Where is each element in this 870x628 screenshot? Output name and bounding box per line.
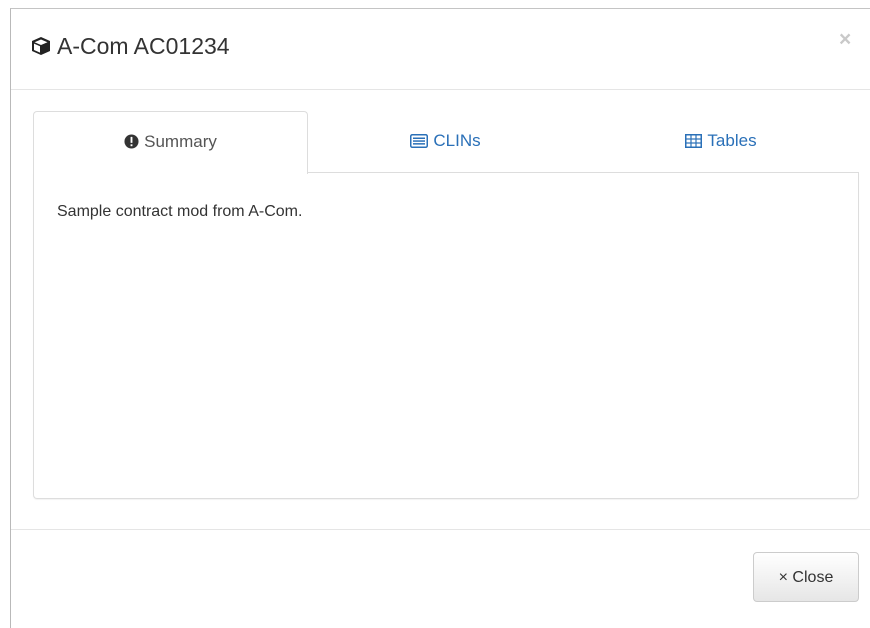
- list-alt-icon: [410, 113, 429, 173]
- exclamation-circle-icon: [124, 114, 139, 174]
- modal-dialog: A-Com AC01234 × Summary CLINs Tables Sam…: [10, 8, 870, 628]
- tab-content-panel: Sample contract mod from A-Com.: [33, 173, 859, 499]
- close-icon[interactable]: ×: [839, 29, 851, 51]
- tab-tables-label: Tables: [707, 131, 757, 150]
- tab-summary-label: Summary: [144, 132, 217, 151]
- tab-bar: Summary CLINs Tables: [33, 111, 859, 174]
- modal-footer: [11, 529, 870, 530]
- cube-icon: [31, 33, 51, 55]
- close-button[interactable]: × Close: [753, 552, 859, 602]
- tab-summary[interactable]: Summary: [33, 111, 308, 174]
- modal-title: A-Com AC01234: [31, 31, 230, 61]
- modal-title-text: A-Com AC01234: [57, 33, 230, 59]
- tab-clins[interactable]: CLINs: [308, 111, 583, 171]
- tab-clins-label: CLINs: [433, 131, 481, 150]
- tab-tables[interactable]: Tables: [583, 111, 859, 171]
- table-icon: [685, 113, 703, 173]
- modal-header: A-Com AC01234 ×: [11, 9, 870, 90]
- summary-text: Sample contract mod from A-Com.: [57, 203, 303, 220]
